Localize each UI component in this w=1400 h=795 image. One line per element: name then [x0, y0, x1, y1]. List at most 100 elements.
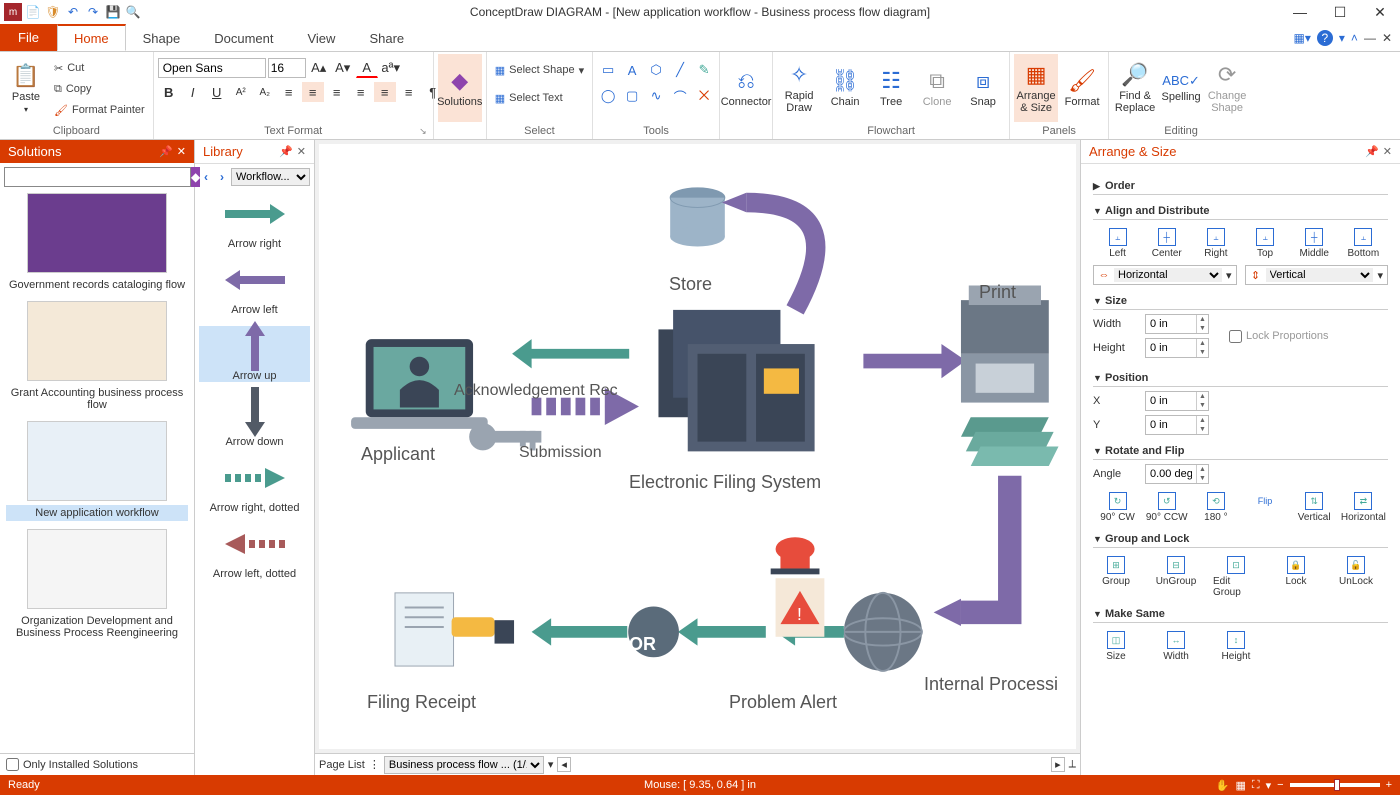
- font-select[interactable]: [158, 58, 266, 78]
- app-icon[interactable]: m: [4, 3, 22, 21]
- help-icon[interactable]: ?: [1317, 30, 1333, 46]
- ungroup-button[interactable]: ⊟UnGroup: [1153, 556, 1199, 598]
- font-size-select[interactable]: [268, 58, 306, 78]
- grow-font-icon[interactable]: A▴: [308, 58, 330, 78]
- maximize-icon[interactable]: ☐: [1320, 0, 1360, 24]
- align-bottom-button[interactable]: ⫠Bottom: [1340, 228, 1386, 259]
- pin-icon[interactable]: 📌: [1365, 145, 1379, 158]
- align-top-icon[interactable]: ≡: [350, 82, 372, 102]
- zoom-dropdown-icon[interactable]: ▾: [1266, 779, 1272, 792]
- spin-down-icon[interactable]: ▼: [1196, 348, 1208, 357]
- arrange-size-button[interactable]: ▦Arrange & Size: [1014, 54, 1058, 122]
- distribute-v-select[interactable]: ⇕Vertical▾: [1245, 265, 1389, 285]
- file-tab[interactable]: File: [0, 24, 57, 51]
- nav-fwd-icon[interactable]: ›: [215, 169, 229, 185]
- align-bottom-icon[interactable]: ≡: [398, 82, 420, 102]
- rotate-180-button[interactable]: ⟲180 °: [1193, 492, 1239, 523]
- save-icon[interactable]: 🛡: [44, 3, 62, 21]
- disk-icon[interactable]: 💾: [104, 3, 122, 21]
- close-panel-icon[interactable]: ✕: [1383, 145, 1392, 158]
- align-right-icon[interactable]: ≡: [326, 82, 348, 102]
- size-section[interactable]: ▼Size: [1093, 291, 1388, 310]
- spin-up-icon[interactable]: ▲: [1196, 339, 1208, 348]
- spin-down-icon[interactable]: ▼: [1196, 401, 1208, 410]
- align-right-button[interactable]: ⫠Right: [1193, 228, 1239, 259]
- make-height-button[interactable]: ↕Height: [1213, 631, 1259, 662]
- group-section[interactable]: ▼Group and Lock: [1093, 529, 1388, 548]
- align-center-icon[interactable]: ≡: [302, 82, 324, 102]
- only-installed-checkbox[interactable]: Only Installed Solutions: [0, 753, 194, 775]
- search-input[interactable]: [4, 167, 191, 187]
- lock-proportions-checkbox[interactable]: Lock Proportions: [1229, 310, 1329, 362]
- tab-document[interactable]: Document: [197, 24, 290, 51]
- zoom-in-icon[interactable]: +: [1386, 779, 1392, 791]
- align-section[interactable]: ▼Align and Distribute: [1093, 201, 1388, 220]
- spin-up-icon[interactable]: ▲: [1196, 315, 1208, 324]
- spelling-button[interactable]: ABC✓Spelling: [1159, 54, 1203, 122]
- lock-chk[interactable]: [1229, 330, 1242, 343]
- position-section[interactable]: ▼Position: [1093, 368, 1388, 387]
- solution-item[interactable]: Grant Accounting business process flow: [6, 301, 188, 413]
- library-item[interactable]: Arrow right: [199, 194, 310, 250]
- nav-back-icon[interactable]: ‹: [199, 169, 213, 185]
- format-panel-button[interactable]: 🖌Format: [1060, 54, 1104, 122]
- superscript-icon[interactable]: A²: [230, 82, 252, 102]
- grid-icon[interactable]: ▦▾: [1294, 31, 1311, 45]
- spin-down-icon[interactable]: ▼: [1196, 474, 1208, 483]
- select-text-button[interactable]: ▦Select Text: [491, 88, 567, 108]
- make-size-button[interactable]: ◫Size: [1093, 631, 1139, 662]
- page-nav-icon[interactable]: ⋮: [369, 758, 380, 771]
- zoom-slider[interactable]: [1290, 783, 1380, 787]
- group-button[interactable]: ⊞Group: [1093, 556, 1139, 598]
- italic-icon[interactable]: I: [182, 82, 204, 102]
- subscript-icon[interactable]: A₂: [254, 82, 276, 102]
- minimize-icon[interactable]: —: [1280, 0, 1320, 24]
- y-input[interactable]: [1146, 416, 1196, 434]
- solutions-list[interactable]: Government records cataloging flow Grant…: [0, 191, 194, 753]
- spin-up-icon[interactable]: ▲: [1196, 392, 1208, 401]
- close-icon[interactable]: ✕: [1360, 0, 1400, 24]
- zoom-out-icon[interactable]: −: [1277, 779, 1283, 791]
- edit-group-button[interactable]: ⊡Edit Group: [1213, 556, 1259, 598]
- rotate-ccw-button[interactable]: ↺90° CCW: [1144, 492, 1190, 523]
- solution-item[interactable]: Government records cataloging flow: [6, 193, 188, 293]
- full-icon[interactable]: ⛶: [1252, 779, 1260, 792]
- underline-icon[interactable]: U: [206, 82, 228, 102]
- align-middle-button[interactable]: ┼Middle: [1291, 228, 1337, 259]
- rapid-draw-button[interactable]: ✧Rapid Draw: [777, 54, 821, 122]
- paste-button[interactable]: 📋 Paste ▾: [4, 54, 48, 122]
- spin-up-icon[interactable]: ▲: [1196, 465, 1208, 474]
- canvas[interactable]: ! Store Print Applicant Acknowledgement …: [319, 144, 1076, 749]
- scroll-right-icon[interactable]: ▸: [1051, 757, 1065, 772]
- find-replace-button[interactable]: 🔎Find & Replace: [1113, 54, 1157, 122]
- rotate-cw-button[interactable]: ↻90° CW: [1095, 492, 1141, 523]
- spin-up-icon[interactable]: ▲: [1196, 416, 1208, 425]
- library-dropdown[interactable]: Workflow...: [231, 168, 310, 186]
- close-panel-icon[interactable]: ✕: [297, 145, 306, 158]
- cut-button[interactable]: ✂Cut: [50, 58, 149, 78]
- hand-icon[interactable]: ✋: [1216, 779, 1230, 792]
- order-section[interactable]: ▶Order: [1093, 176, 1388, 195]
- library-item[interactable]: Arrow right, dotted: [199, 458, 310, 514]
- arrange-body[interactable]: ▶Order ▼Align and Distribute ⫠Left ┼Cent…: [1081, 164, 1400, 775]
- distribute-h-select[interactable]: ⇔Horizontal▾: [1093, 265, 1237, 285]
- tool-poly-icon[interactable]: ⬡: [645, 60, 667, 80]
- tool-rect-icon[interactable]: ▭: [597, 60, 619, 80]
- flip-h-button[interactable]: ⇄Horizontal: [1340, 492, 1386, 523]
- align-center-button[interactable]: ┼Center: [1144, 228, 1190, 259]
- align-top-button[interactable]: ⫠Top: [1242, 228, 1288, 259]
- clear-format-icon[interactable]: aª▾: [380, 58, 402, 78]
- search-go-icon[interactable]: ◆: [191, 167, 200, 187]
- resize-icon[interactable]: ⟂: [1069, 758, 1076, 771]
- align-middle-icon[interactable]: ≡: [374, 82, 396, 102]
- tool-arc-icon[interactable]: ⌒: [669, 86, 691, 106]
- align-left-icon[interactable]: ≡: [278, 82, 300, 102]
- solutions-button[interactable]: ◆ Solutions: [438, 54, 482, 122]
- chain-button[interactable]: ⛓Chain: [823, 54, 867, 122]
- tool-roundrect-icon[interactable]: ▢: [621, 86, 643, 106]
- preview-icon[interactable]: 🔍: [124, 3, 142, 21]
- tab-share[interactable]: Share: [352, 24, 421, 51]
- pin-icon[interactable]: 📌: [159, 145, 173, 158]
- tab-home[interactable]: Home: [57, 24, 126, 51]
- width-input[interactable]: [1146, 315, 1196, 333]
